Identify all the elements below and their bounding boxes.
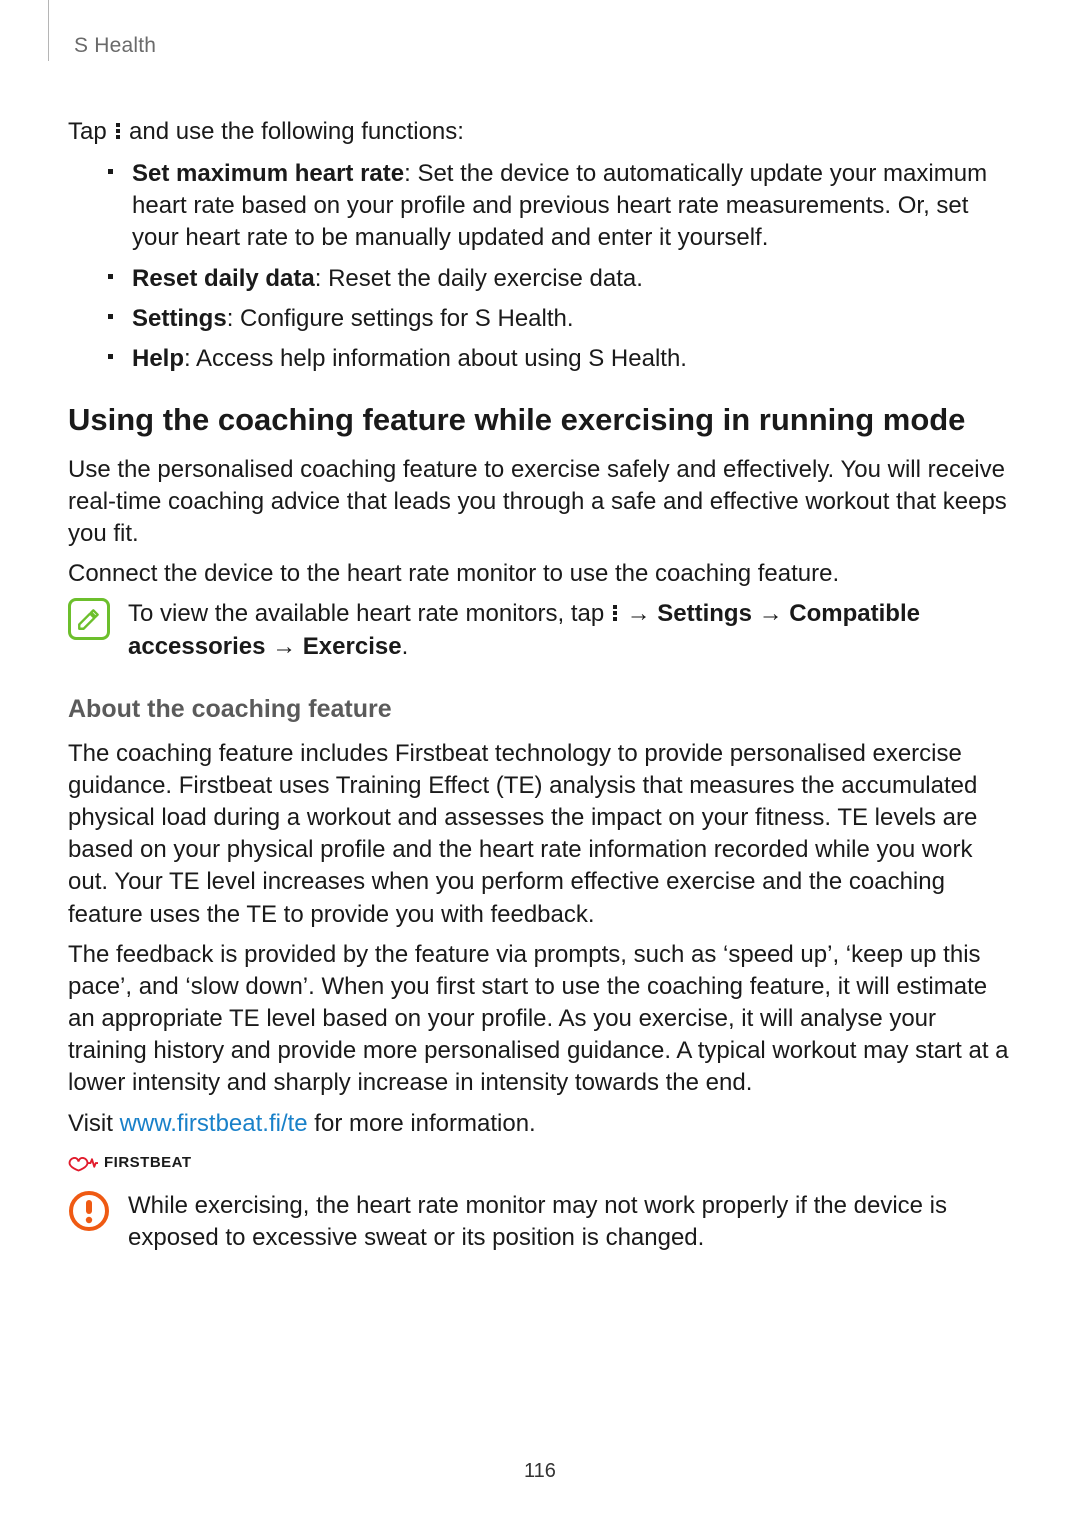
visit-prefix: Visit [68, 1110, 120, 1137]
note-suffix: . [402, 633, 409, 660]
heartbeat-icon [68, 1152, 98, 1174]
list-item: Help: Access help information about usin… [108, 343, 1012, 375]
note-bold: Settings [657, 600, 752, 627]
page-number: 116 [0, 1460, 1080, 1483]
warning-icon [68, 1190, 110, 1232]
note-arrow: → [620, 600, 657, 627]
more-icon [113, 121, 122, 141]
note-prefix: To view the available heart rate monitor… [128, 600, 611, 627]
list-item: Reset daily data: Reset the daily exerci… [108, 263, 1012, 295]
warning-text: While exercising, the heart rate monitor… [128, 1190, 1012, 1254]
function-desc: : Reset the daily exercise data. [315, 265, 643, 292]
header-rule [48, 0, 49, 61]
note-icon [68, 598, 110, 640]
intro-suffix: and use the following functions: [122, 118, 464, 145]
visit-line: Visit www.firstbeat.fi/te for more infor… [68, 1108, 1012, 1140]
section-paragraph: Connect the device to the heart rate mon… [68, 558, 1012, 590]
warning-row: While exercising, the heart rate monitor… [68, 1190, 1012, 1254]
content: Tap and use the following functions: Set… [68, 116, 1012, 1254]
about-heading: About the coaching feature [68, 695, 1012, 724]
page: S Health Tap and use the following funct… [0, 0, 1080, 1527]
function-label: Reset daily data [132, 265, 315, 292]
bullet-icon [108, 314, 113, 319]
bullet-icon [108, 169, 113, 174]
intro-prefix: Tap [68, 118, 113, 145]
section-paragraph: Use the personalised coaching feature to… [68, 454, 1012, 550]
more-icon [611, 603, 620, 623]
function-desc: : Access help information about using S … [184, 345, 687, 372]
intro-line: Tap and use the following functions: [68, 116, 1012, 148]
note-arrow: → [265, 633, 302, 660]
page-header-title: S Health [74, 34, 156, 58]
list-item: Settings: Configure settings for S Healt… [108, 303, 1012, 335]
list-item: Set maximum heart rate: Set the device t… [108, 158, 1012, 254]
brand-name: FIRSTBEAT [104, 1154, 192, 1171]
function-label: Settings [132, 305, 227, 332]
function-label: Set maximum heart rate [132, 160, 404, 187]
section-heading: Using the coaching feature while exercis… [68, 401, 1012, 440]
note-arrow: → [752, 600, 789, 627]
function-desc: : Configure settings for S Health. [227, 305, 574, 332]
about-paragraph: The coaching feature includes Firstbeat … [68, 738, 1012, 931]
firstbeat-link[interactable]: www.firstbeat.fi/te [120, 1110, 308, 1137]
functions-list: Set maximum heart rate: Set the device t… [68, 158, 1012, 375]
note-text: To view the available heart rate monitor… [128, 598, 1012, 662]
note-bold: Exercise [303, 633, 402, 660]
note-row: To view the available heart rate monitor… [68, 598, 1012, 662]
pencil-icon [76, 606, 102, 632]
firstbeat-logo: FIRSTBEAT [68, 1152, 1012, 1174]
about-paragraph: The feedback is provided by the feature … [68, 939, 1012, 1100]
function-label: Help [132, 345, 184, 372]
exclamation-icon [68, 1190, 110, 1232]
bullet-icon [108, 354, 113, 359]
visit-suffix: for more information. [308, 1110, 536, 1137]
bullet-icon [108, 274, 113, 279]
